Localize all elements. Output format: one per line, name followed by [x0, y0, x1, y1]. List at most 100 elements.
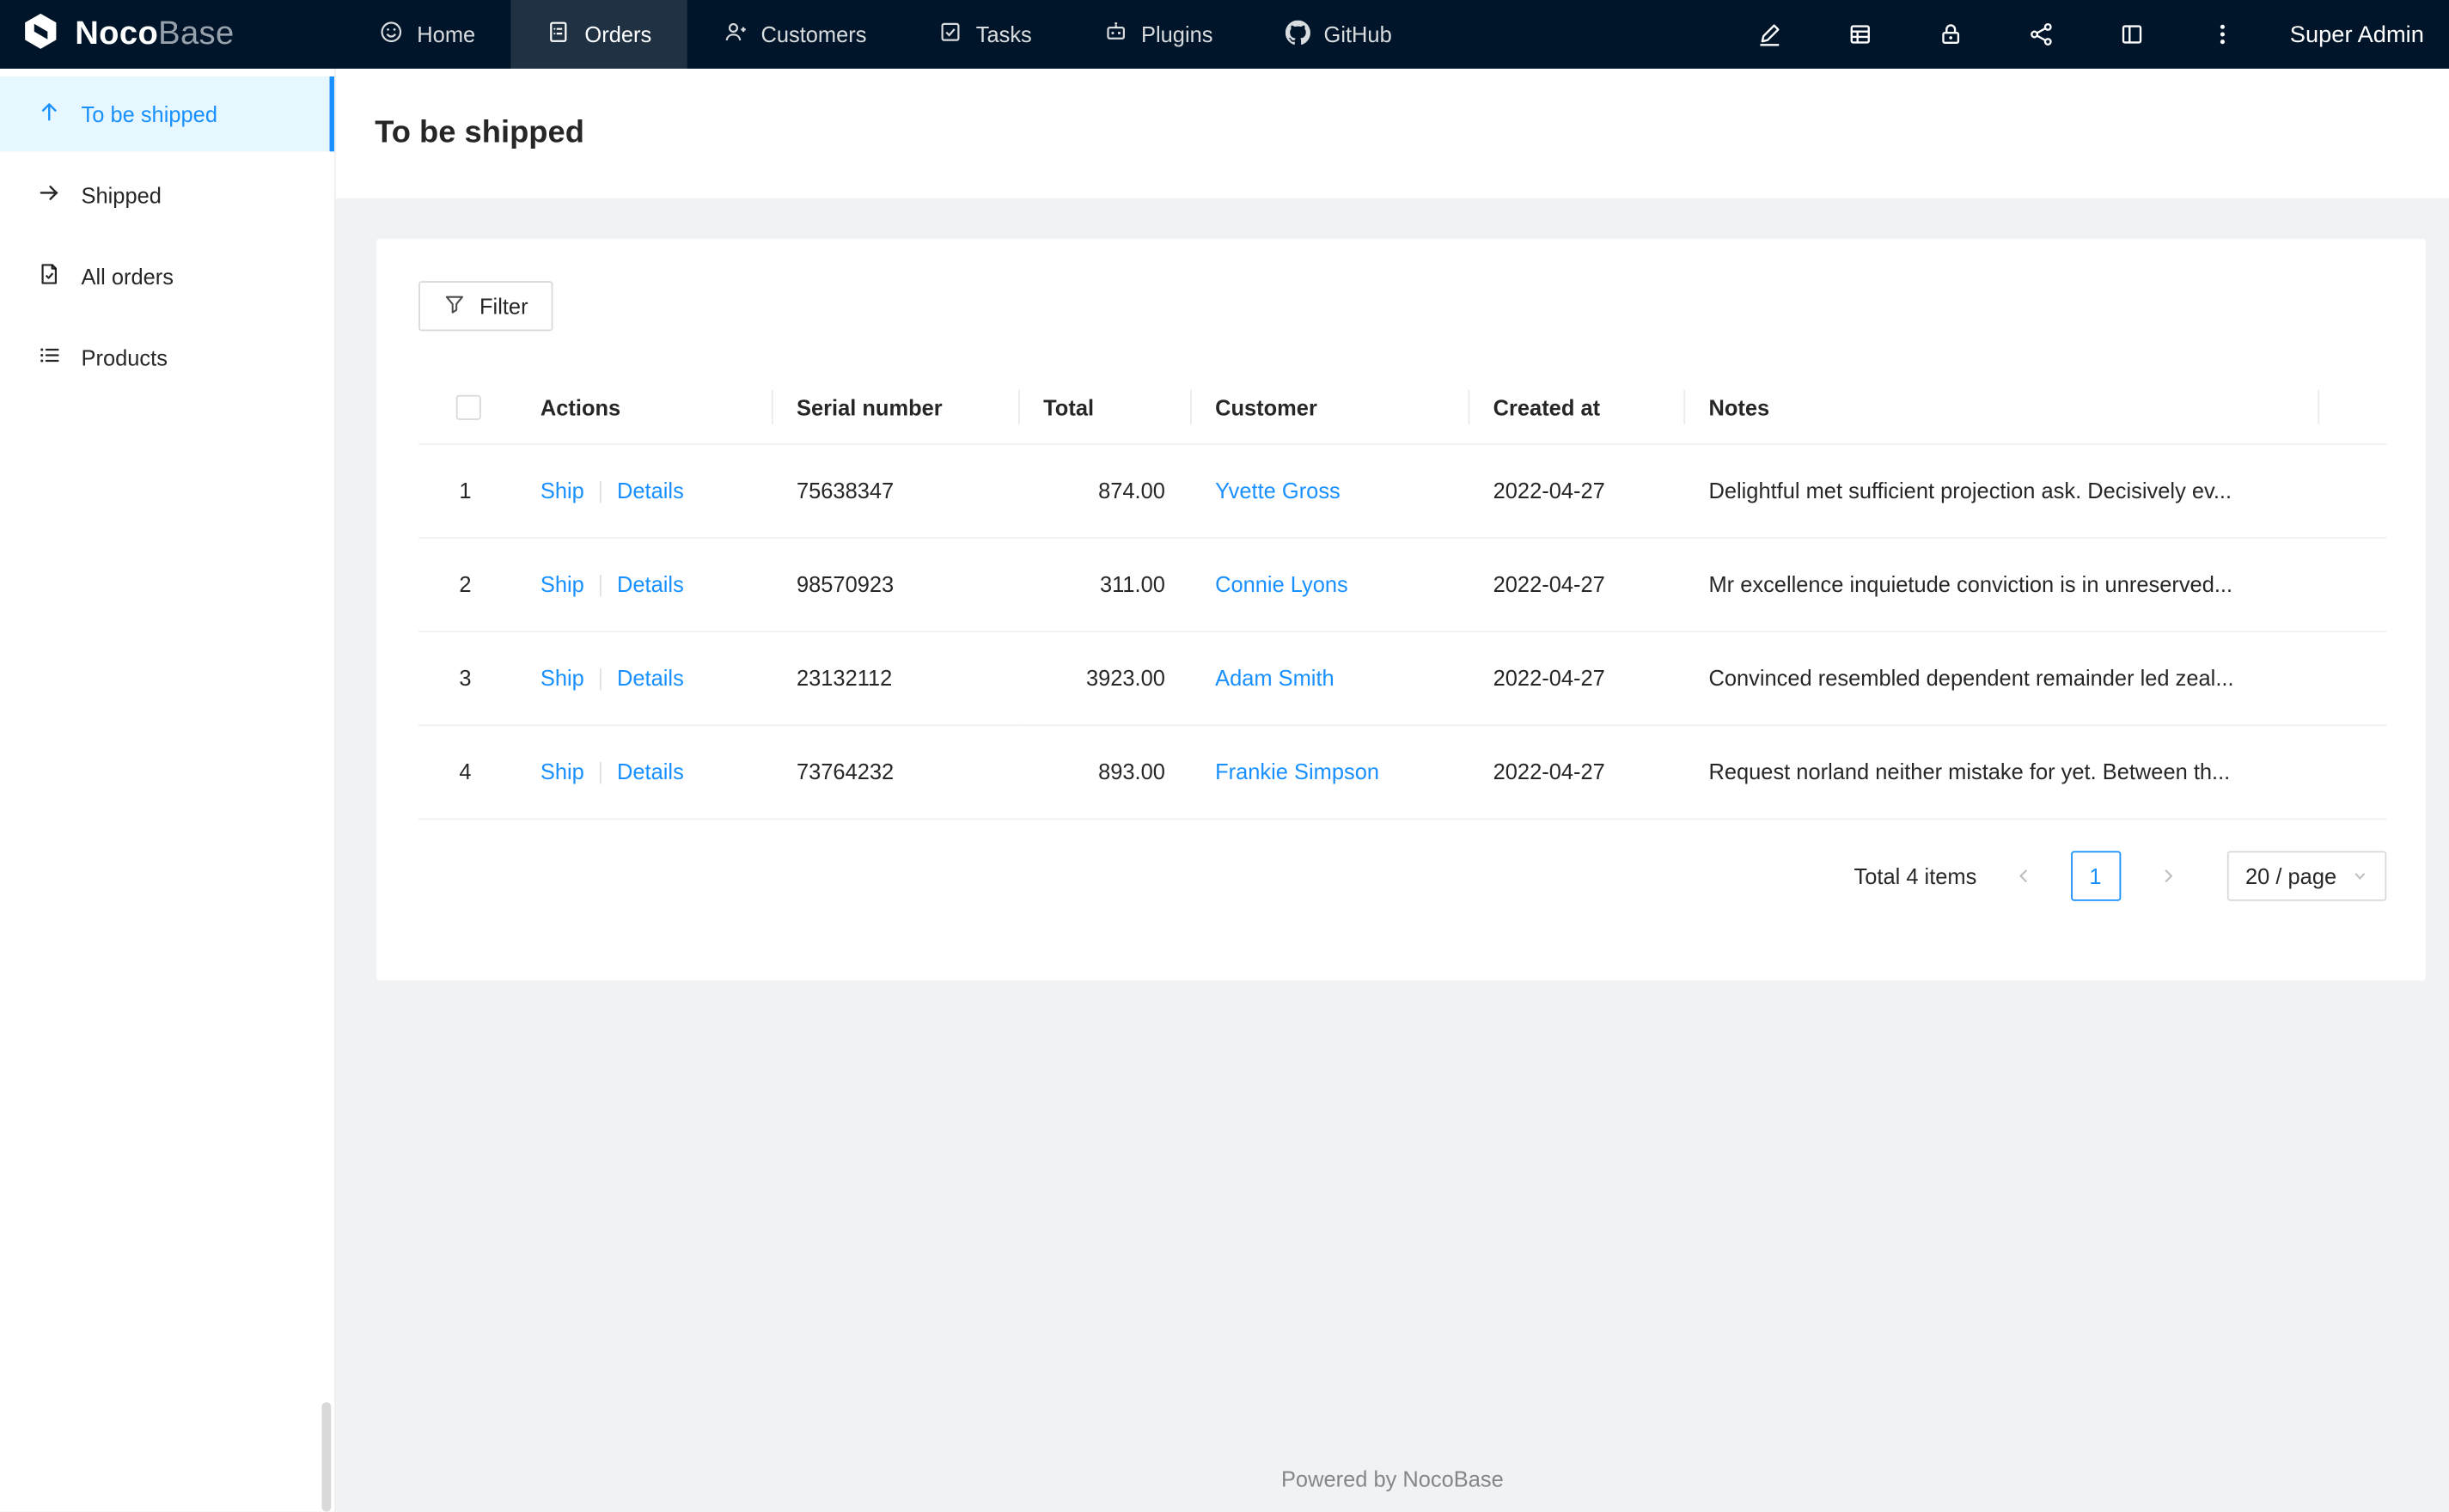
orders-table: Actions Serial number Total Customer Cre…	[418, 371, 2387, 820]
customer-link[interactable]: Adam Smith	[1215, 665, 1334, 690]
smile-icon	[380, 21, 403, 49]
row-customer: Yvette Gross	[1190, 443, 1469, 539]
page-size-select[interactable]: 20 / page	[2226, 850, 2387, 900]
page-title: To be shipped	[375, 115, 584, 150]
file-done-icon	[38, 262, 61, 290]
github-icon	[1285, 19, 1310, 50]
nav-item-customers[interactable]: Customers	[687, 0, 902, 69]
select-all-checkbox[interactable]	[455, 395, 481, 421]
arrow-up-icon	[38, 100, 61, 128]
ship-link[interactable]: Ship	[540, 571, 584, 596]
row-spacer	[2318, 631, 2387, 726]
filter-button[interactable]: Filter	[418, 281, 553, 332]
row-notes: Mr excellence inquietude conviction is i…	[1683, 537, 2318, 632]
layout: To be shipped Shipped All orders Product…	[0, 68, 2449, 1512]
next-page-button[interactable]	[2142, 850, 2192, 900]
row-total: 874.00	[1018, 443, 1191, 539]
more-icon[interactable]	[2177, 0, 2268, 69]
logo-text-light: Base	[158, 15, 235, 52]
sidebar-item-to-be-shipped[interactable]: To be shipped	[0, 76, 334, 152]
nav-item-label: GitHub	[1323, 21, 1392, 47]
row-index: 4	[418, 724, 516, 820]
row-notes: Convinced resembled dependent remainder …	[1683, 631, 2318, 726]
action-divider	[600, 575, 602, 597]
details-link[interactable]: Details	[617, 571, 684, 596]
nav-item-label: Tasks	[975, 21, 1032, 47]
column-header-notes: Notes	[1683, 371, 2318, 445]
nav-item-github[interactable]: GitHub	[1249, 0, 1427, 69]
row-notes: Delightful met sufficient projection ask…	[1683, 443, 2318, 539]
row-serial: 23132112	[771, 631, 1019, 726]
lock-icon[interactable]	[1906, 0, 1996, 69]
customer-link[interactable]: Yvette Gross	[1215, 478, 1341, 503]
sidebar-item-shipped[interactable]: Shipped	[0, 158, 334, 233]
table-row: 4 Ship Details 73764232 893.00 Frankie Si…	[418, 724, 2387, 820]
row-index: 1	[418, 443, 516, 539]
filter-icon	[443, 293, 465, 320]
table-row: 3 Ship Details 23132112 3923.00 Adam Smit…	[418, 631, 2387, 726]
column-header-customer: Customer	[1190, 371, 1469, 445]
row-spacer	[2318, 443, 2387, 539]
row-index: 3	[418, 631, 516, 726]
ship-link[interactable]: Ship	[540, 759, 584, 783]
column-header-serial: Serial number	[771, 371, 1019, 445]
orders-card: Filter Actions Serial number Total Custo…	[376, 239, 2426, 981]
column-header-actions: Actions	[515, 371, 772, 445]
database-icon[interactable]	[1815, 0, 1905, 69]
page-1-button[interactable]: 1	[2070, 850, 2121, 900]
column-header-created-at: Created at	[1468, 371, 1684, 445]
nav-item-orders[interactable]: Orders	[511, 0, 688, 69]
sidebar-item-products[interactable]: Products	[0, 320, 334, 395]
row-serial: 98570923	[771, 537, 1019, 632]
details-link[interactable]: Details	[617, 665, 684, 690]
share-alt-icon[interactable]	[1996, 0, 2086, 69]
sidebar-scrollbar[interactable]	[321, 1402, 332, 1512]
row-index: 2	[418, 537, 516, 632]
nav-item-tasks[interactable]: Tasks	[902, 0, 1067, 69]
sidebar-item-all-orders[interactable]: All orders	[0, 239, 334, 314]
details-link[interactable]: Details	[617, 759, 684, 783]
action-divider	[600, 762, 602, 784]
user-menu[interactable]: Super Admin	[2268, 21, 2449, 48]
layout-icon[interactable]	[2087, 0, 2177, 69]
highlighter-icon[interactable]	[1725, 0, 1815, 69]
ship-link[interactable]: Ship	[540, 478, 584, 503]
sidebar: To be shipped Shipped All orders Product…	[0, 68, 336, 1512]
ship-link[interactable]: Ship	[540, 665, 584, 690]
row-customer: Connie Lyons	[1190, 537, 1469, 632]
unordered-list-icon	[38, 344, 61, 372]
sidebar-item-label: Shipped	[81, 182, 162, 208]
orders-icon	[547, 21, 571, 49]
nav-item-label: Plugins	[1141, 21, 1213, 47]
table-header-row: Actions Serial number Total Customer Cre…	[418, 371, 2387, 445]
nocobase-logo-icon	[21, 10, 61, 58]
row-created-at: 2022-04-27	[1468, 443, 1684, 539]
page-header: To be shipped	[335, 68, 2449, 198]
customer-link[interactable]: Connie Lyons	[1215, 571, 1348, 596]
row-customer: Frankie Simpson	[1190, 724, 1469, 820]
row-serial: 75638347	[771, 443, 1019, 539]
row-created-at: 2022-04-27	[1468, 537, 1684, 632]
nav-item-label: Home	[417, 21, 476, 47]
filter-label: Filter	[479, 293, 528, 319]
row-actions: Ship Details	[515, 724, 772, 820]
row-created-at: 2022-04-27	[1468, 724, 1684, 820]
nav-item-home[interactable]: Home	[344, 0, 511, 69]
user-add-icon	[724, 21, 747, 49]
row-actions: Ship Details	[515, 631, 772, 726]
main-content: To be shipped Filter Actions Serial numb…	[335, 68, 2449, 1512]
nav-item-label: Orders	[584, 21, 652, 47]
check-square-icon	[938, 21, 962, 49]
nav-item-plugins[interactable]: Plugins	[1068, 0, 1249, 69]
prev-page-button[interactable]	[1999, 850, 2049, 900]
row-actions: Ship Details	[515, 443, 772, 539]
customer-link[interactable]: Frankie Simpson	[1215, 759, 1379, 783]
app-viewport: NocoBase Home Orders Customers Tasks Plu…	[0, 0, 2449, 1512]
nav-item-label: Customers	[760, 21, 867, 47]
row-serial: 73764232	[771, 724, 1019, 820]
row-customer: Adam Smith	[1190, 631, 1469, 726]
sidebar-item-label: Products	[81, 344, 168, 370]
nocobase-logo[interactable]: NocoBase	[0, 10, 344, 58]
details-link[interactable]: Details	[617, 478, 684, 503]
footer-text: Powered by NocoBase	[1280, 1466, 1504, 1491]
